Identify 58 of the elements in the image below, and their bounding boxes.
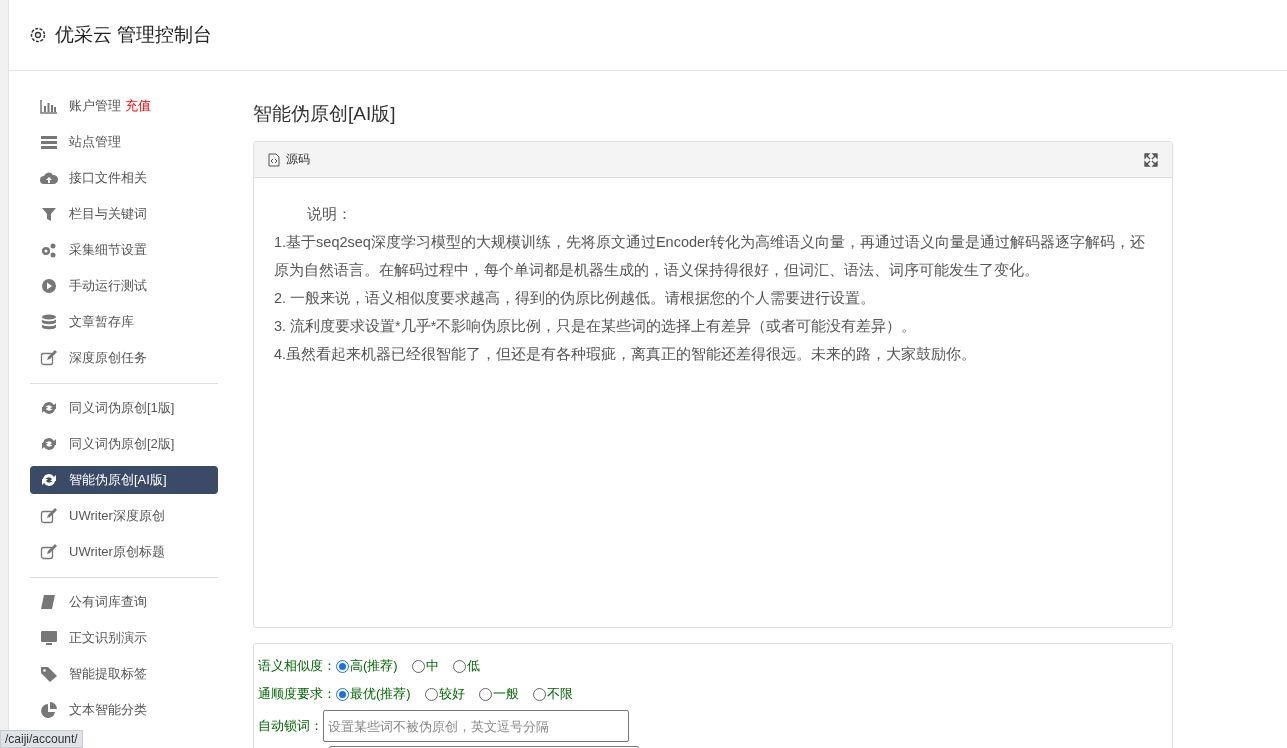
server-icon xyxy=(40,134,58,150)
text-paragraph: 2. 一般来说，语义相似度要求越高，得到的伪原比例越低。请根据您的个人需要进行设置。 xyxy=(274,289,877,308)
sidebar-item[interactable]: 站点管理 xyxy=(30,128,218,156)
field-label: 语义相似度： xyxy=(258,657,336,675)
sidebar-item[interactable]: 栏目与关键词 xyxy=(30,200,218,228)
radio-option[interactable]: 不限 xyxy=(532,685,573,703)
recharge-link[interactable]: 充值 xyxy=(125,97,151,115)
pie-chart-icon xyxy=(40,702,58,718)
edit-icon xyxy=(40,544,58,560)
tag-icon xyxy=(40,666,58,682)
text-paragraph: 3. 流利度要求设置*几乎*不影响伪原比例，只是在某些词的选择上有差异（或者可能没有差异）。 xyxy=(274,317,918,336)
bar-chart-icon xyxy=(40,98,58,114)
sidebar-item[interactable]: 文本智能分类 xyxy=(30,696,218,724)
radio-option[interactable]: 一般 xyxy=(478,685,519,703)
sidebar-item[interactable]: 正文识别演示 xyxy=(30,624,218,652)
radio-option[interactable]: 中 xyxy=(411,657,439,675)
status-url: /caiji/account/ xyxy=(0,730,83,748)
sidebar-item[interactable]: 手动运行测试 xyxy=(30,272,218,300)
field-label: 自动锁词： xyxy=(258,717,323,735)
radio-option[interactable]: 最优(推荐) xyxy=(336,685,411,703)
refresh-icon xyxy=(40,400,58,416)
sidebar-item[interactable]: 公有词库查询 xyxy=(30,588,218,616)
database-icon xyxy=(40,314,58,330)
sidebar-item[interactable]: 智能提取标签 xyxy=(30,660,218,688)
edit-icon xyxy=(40,350,58,366)
sidebar-item[interactable]: UWriter原创标题 xyxy=(30,538,218,566)
source-button[interactable]: 源码 xyxy=(268,151,310,168)
sidebar-item[interactable]: UWriter深度原创 xyxy=(30,502,218,530)
settings-icon xyxy=(29,26,47,44)
refresh-icon xyxy=(40,436,58,452)
sidebar-item[interactable]: 采集细节设置 xyxy=(30,236,218,264)
sidebar-item[interactable]: 文章暂存库 xyxy=(30,308,218,336)
fullscreen-icon[interactable] xyxy=(1144,152,1158,167)
text-line: 说明： xyxy=(306,205,353,224)
sidebar-item[interactable]: 深度原创任务 xyxy=(30,344,218,372)
sidebar-item[interactable]: 智能伪原创[AI版] xyxy=(30,466,218,494)
field-label: 通顺度要求： xyxy=(258,685,336,703)
sidebar-item[interactable]: 同义词伪原创[2版] xyxy=(30,430,218,458)
sidebar-item[interactable]: 同义词伪原创[1版] xyxy=(30,394,218,422)
refresh-icon xyxy=(40,472,58,488)
page-title: 智能伪原创[AI版] xyxy=(253,102,397,126)
book-icon xyxy=(40,594,58,610)
text-paragraph: 4.虽然看起来机器已经很智能了，但还是有各种瑕疵，离真正的智能还差得很远。未来的路，大家鼓励你。 xyxy=(274,345,978,364)
gears-icon xyxy=(40,242,58,258)
text-paragraph: 1.基于seq2seq深度学习模型的大规模训练，先将原文通过Encoder转化为高维语义向量，再通过语义向量是通过解码器逐字解码，还原为自然语言。在解码过程中，每个单词都是机器生成的，语义保持得很好，但词汇、语法、词序可能发生了变化。 xyxy=(274,233,1146,280)
app-title: 优采云 管理控制台 xyxy=(55,23,213,47)
radio-option[interactable]: 低 xyxy=(452,657,480,675)
filter-icon xyxy=(40,206,58,222)
code-file-icon xyxy=(268,152,280,167)
cloud-upload-icon xyxy=(40,170,58,186)
play-icon xyxy=(40,278,58,294)
radio-option[interactable]: 较好 xyxy=(424,685,465,703)
monitor-icon xyxy=(40,630,58,646)
edit-icon xyxy=(40,508,58,524)
sidebar-item[interactable]: 账户管理 充值 xyxy=(30,92,218,120)
sidebar-item[interactable]: 接口文件相关 xyxy=(30,164,218,192)
input-field[interactable]: 设置某些词不被伪原创，英文逗号分隔 xyxy=(323,710,629,742)
radio-option[interactable]: 高(推荐) xyxy=(336,657,398,675)
